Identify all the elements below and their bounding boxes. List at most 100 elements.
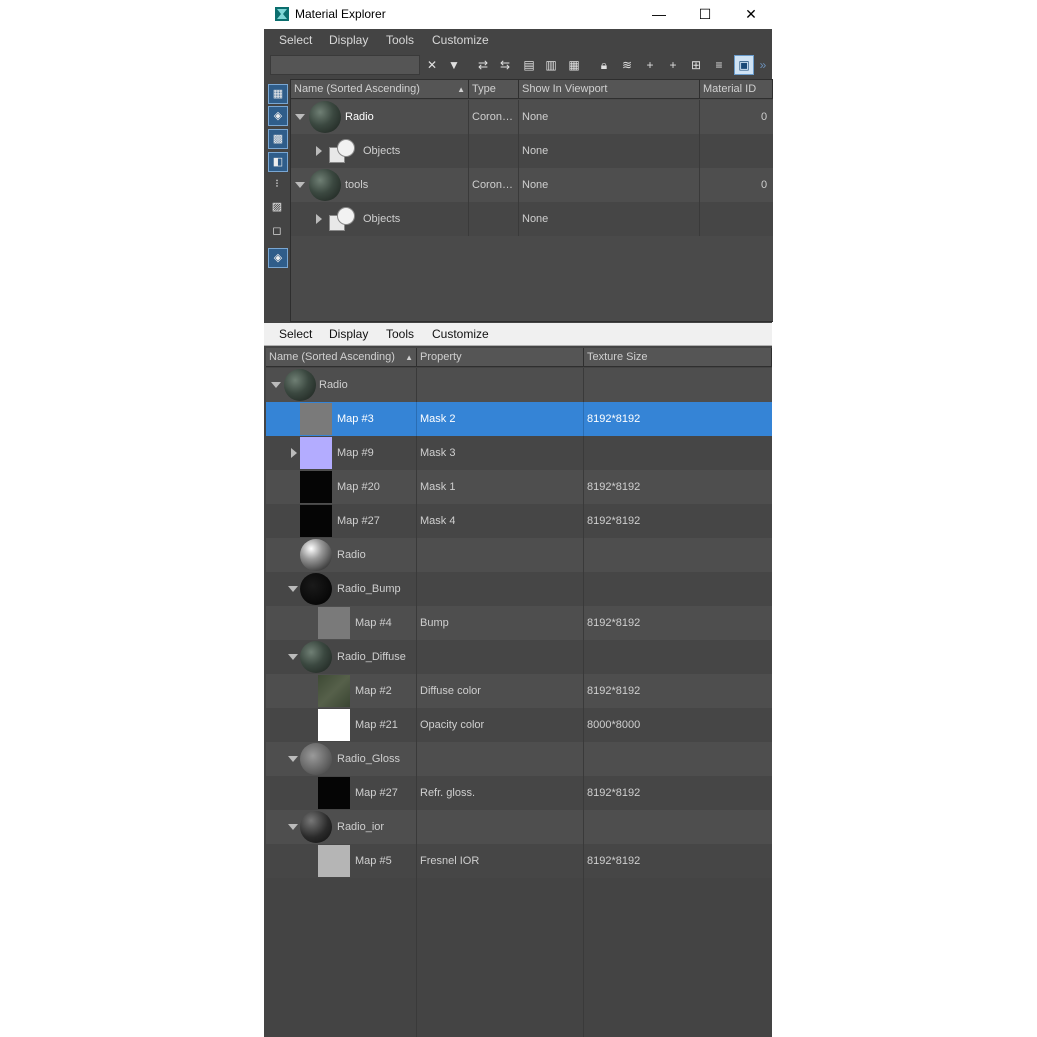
- display-objects-icon[interactable]: ▦: [565, 56, 583, 74]
- row-property: Bump: [420, 617, 449, 629]
- collapse-arrow-icon[interactable]: [288, 586, 298, 592]
- table-row[interactable]: Map #27 Refr. gloss. 8192*8192: [266, 776, 772, 810]
- objects-icon: [327, 205, 355, 233]
- display-materials-icon[interactable]: ▤: [520, 56, 538, 74]
- header-label: Name (Sorted Ascending): [269, 351, 395, 363]
- objects-icon: [327, 137, 355, 165]
- left-tool-strip: ▦ ◈ ▩ ◧ ⁝ ▨ ◻ ◈: [264, 80, 290, 320]
- expand-arrow-icon[interactable]: [316, 146, 322, 156]
- column-header-material-id[interactable]: Material ID: [700, 80, 773, 99]
- sort-ascending-icon: ▲: [405, 353, 413, 362]
- sub-materials-icon[interactable]: ⁝: [268, 175, 286, 193]
- collapse-arrow-icon[interactable]: [271, 382, 281, 388]
- table-row-selected[interactable]: Map #3 Mask 2 8192*8192: [266, 402, 772, 436]
- collapse-arrow-icon[interactable]: [295, 182, 305, 188]
- table-row[interactable]: Objects None: [291, 134, 773, 168]
- row-property: Refr. gloss.: [420, 787, 476, 799]
- collapse-arrow-icon[interactable]: [288, 654, 298, 660]
- lock-icon[interactable]: 🔒︎: [595, 56, 613, 74]
- collapse-arrow-icon[interactable]: [288, 824, 298, 830]
- table-row[interactable]: Map #2 Diffuse color 8192*8192: [266, 674, 772, 708]
- row-viewport[interactable]: None: [522, 202, 548, 236]
- display-maps-icon[interactable]: ▥: [542, 56, 560, 74]
- table-row[interactable]: Map #21 Opacity color 8000*8000: [266, 708, 772, 742]
- table-row[interactable]: Radio: [266, 538, 772, 572]
- expand-arrow-icon[interactable]: [316, 214, 322, 224]
- row-viewport[interactable]: None: [522, 100, 548, 134]
- clear-search-icon[interactable]: ✕: [423, 56, 441, 74]
- expand-arrow-icon[interactable]: [291, 448, 297, 458]
- table-row[interactable]: Radio_Gloss: [266, 742, 772, 776]
- table-row[interactable]: Objects None: [291, 202, 773, 236]
- column-header-type[interactable]: Type: [469, 80, 519, 99]
- select-none-icon[interactable]: ⇆: [496, 56, 514, 74]
- menu-tools[interactable]: Tools: [386, 33, 414, 47]
- menu-select[interactable]: Select: [279, 327, 312, 341]
- table-row[interactable]: Map #27 Mask 4 8192*8192: [266, 504, 772, 538]
- table-row[interactable]: Radio_Bump: [266, 572, 772, 606]
- table-row[interactable]: Map #5 Fresnel IOR 8192*8192: [266, 844, 772, 878]
- table-row[interactable]: Map #20 Mask 1 8192*8192: [266, 470, 772, 504]
- row-name: Objects: [363, 213, 401, 225]
- row-texture-size: 8192*8192: [587, 617, 641, 629]
- collapse-arrow-icon[interactable]: [295, 114, 305, 120]
- maximize-button[interactable]: ☐: [682, 0, 728, 29]
- close-button[interactable]: ✕: [728, 0, 774, 29]
- row-property: Mask 3: [420, 447, 456, 459]
- menu-select[interactable]: Select: [279, 33, 312, 47]
- row-texture-size: 8000*8000: [587, 719, 641, 731]
- show-materials-icon[interactable]: ◈: [268, 106, 288, 126]
- menu-customize[interactable]: Customize: [432, 327, 489, 341]
- map-thumbnail: [300, 403, 332, 435]
- row-viewport[interactable]: None: [522, 168, 548, 202]
- row-viewport[interactable]: None: [522, 134, 548, 168]
- select-all-icon[interactable]: ⇄: [474, 56, 492, 74]
- column-header-name[interactable]: Name (Sorted Ascending) ▲: [266, 348, 417, 367]
- upper-menu-bar: Select Display Tools Customize: [264, 29, 772, 51]
- display-grid-icon[interactable]: ▦: [268, 84, 288, 104]
- column-header-show-in-viewport[interactable]: Show In Viewport: [519, 80, 700, 99]
- explorer-view-icon[interactable]: ▣: [734, 55, 754, 75]
- by-material-icon[interactable]: ◈: [268, 248, 288, 268]
- plus-icon[interactable]: +: [664, 56, 682, 74]
- row-texture-size: 8192*8192: [587, 787, 641, 799]
- table-row[interactable]: Radio Coron… None 0: [291, 100, 773, 134]
- column-header-texture-size[interactable]: Texture Size: [584, 348, 772, 367]
- menu-display[interactable]: Display: [329, 327, 368, 341]
- row-type: Coron…: [472, 179, 513, 191]
- table-row[interactable]: Radio_ior: [266, 810, 772, 844]
- hierarchy-icon[interactable]: ⊞: [687, 56, 705, 74]
- column-header-name[interactable]: Name (Sorted Ascending) ▲: [291, 80, 469, 99]
- table-row[interactable]: Radio_Diffuse: [266, 640, 772, 674]
- title-bar: Material Explorer — ☐ ✕: [264, 0, 772, 29]
- row-name: Map #21: [355, 719, 398, 731]
- column-header-property[interactable]: Property: [417, 348, 584, 367]
- menu-tools[interactable]: Tools: [386, 327, 414, 341]
- row-name: Radio_Diffuse: [337, 651, 406, 663]
- unused-maps-icon[interactable]: ▨: [268, 198, 286, 216]
- menu-display[interactable]: Display: [329, 33, 368, 47]
- table-row[interactable]: Map #9 Mask 3: [266, 436, 772, 470]
- material-thumbnail: [300, 641, 332, 673]
- row-property: Opacity color: [420, 719, 485, 731]
- minimize-button[interactable]: —: [636, 0, 682, 29]
- show-maps-icon[interactable]: ▩: [268, 129, 288, 149]
- map-thumbnail: [318, 607, 350, 639]
- table-row[interactable]: Radio: [266, 368, 772, 402]
- show-objects-icon[interactable]: ◧: [268, 152, 288, 172]
- search-input[interactable]: [270, 55, 420, 75]
- collapse-arrow-icon[interactable]: [288, 756, 298, 762]
- layers-icon[interactable]: ≋: [618, 56, 636, 74]
- overflow-chevron-icon[interactable]: »: [756, 56, 770, 74]
- table-row[interactable]: tools Coron… None 0: [291, 168, 773, 202]
- object-box-icon[interactable]: ◻: [268, 222, 286, 240]
- material-thumbnail: [309, 169, 341, 201]
- filter-icon[interactable]: ▼: [445, 56, 463, 74]
- material-thumbnail: [300, 573, 332, 605]
- sort-icon[interactable]: ≡: [710, 56, 728, 74]
- row-property: Fresnel IOR: [420, 855, 480, 867]
- table-row[interactable]: Map #4 Bump 8192*8192: [266, 606, 772, 640]
- menu-customize[interactable]: Customize: [432, 33, 489, 47]
- add-icon[interactable]: +: [641, 56, 659, 74]
- upper-material-table: Name (Sorted Ascending) ▲ Type Show In V…: [290, 79, 773, 322]
